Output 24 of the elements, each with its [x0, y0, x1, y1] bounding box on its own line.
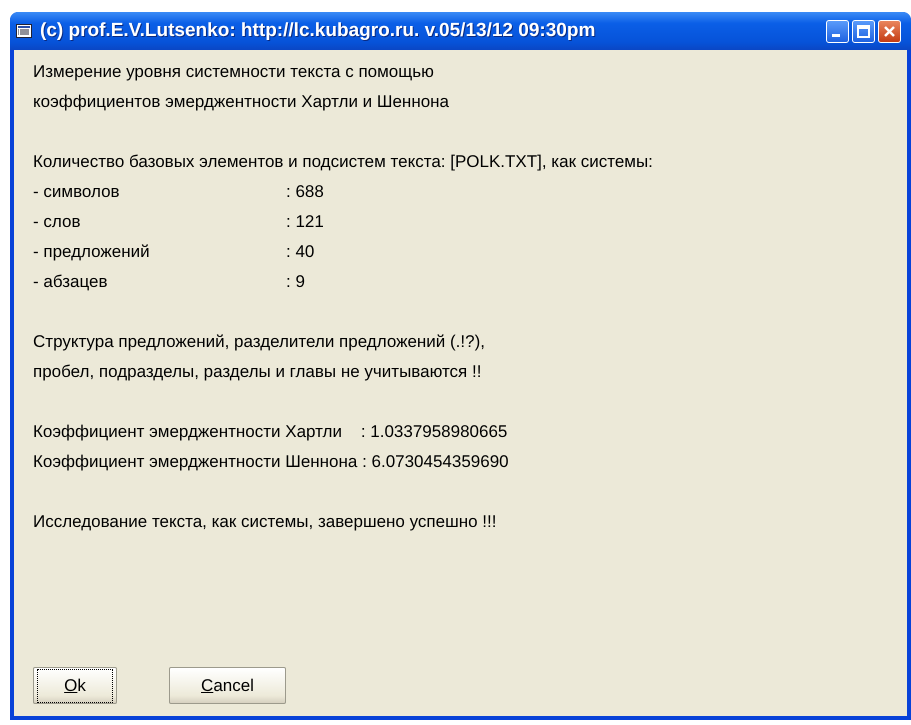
message-text: Измерение уровня системности текста с помощью: [33, 61, 435, 83]
stat-label: - абзацев: [33, 271, 108, 293]
ok-button[interactable]: Ok: [33, 667, 117, 704]
message-text: Коэффициент эмерджентности Шеннона : 6.0730454359690: [33, 451, 510, 473]
close-button[interactable]: [878, 20, 901, 42]
window-menu-icon[interactable]: [16, 24, 32, 38]
window-title: (c) prof.E.V.Lutsenko: http://lc.kubagro.ru. v.05/13/12 09:30pm: [40, 20, 596, 42]
message-text: Исследование текста, как системы, завершено успешно !!!: [33, 511, 498, 533]
minimize-icon: [832, 34, 840, 36]
stat-value: : 9: [286, 271, 305, 293]
stat-label: - символов: [33, 181, 121, 203]
stat-label: - слов: [33, 211, 82, 233]
cancel-button[interactable]: Cancel: [169, 667, 286, 704]
stat-value: : 121: [286, 211, 324, 233]
message-text: Структура предложений, разделители предложений (.!?),: [33, 331, 486, 353]
stat-value: : 40: [286, 241, 314, 263]
message-text: Количество базовых элементов и подсистем текста: [POLK.TXT], как системы:: [33, 151, 654, 173]
message-text: пробел, подразделы, разделы и главы не учитываются !!: [33, 361, 482, 383]
stat-value: : 688: [286, 181, 324, 203]
message-text: коэффициентов эмерджентности Хартли и Шеннона: [33, 91, 450, 113]
maximize-button[interactable]: [852, 20, 875, 42]
minimize-button[interactable]: [826, 20, 849, 42]
stat-label: - предложений: [33, 241, 151, 263]
message-text: Коэффициент эмерджентности Хартли : 1.0337958980665: [33, 421, 508, 443]
